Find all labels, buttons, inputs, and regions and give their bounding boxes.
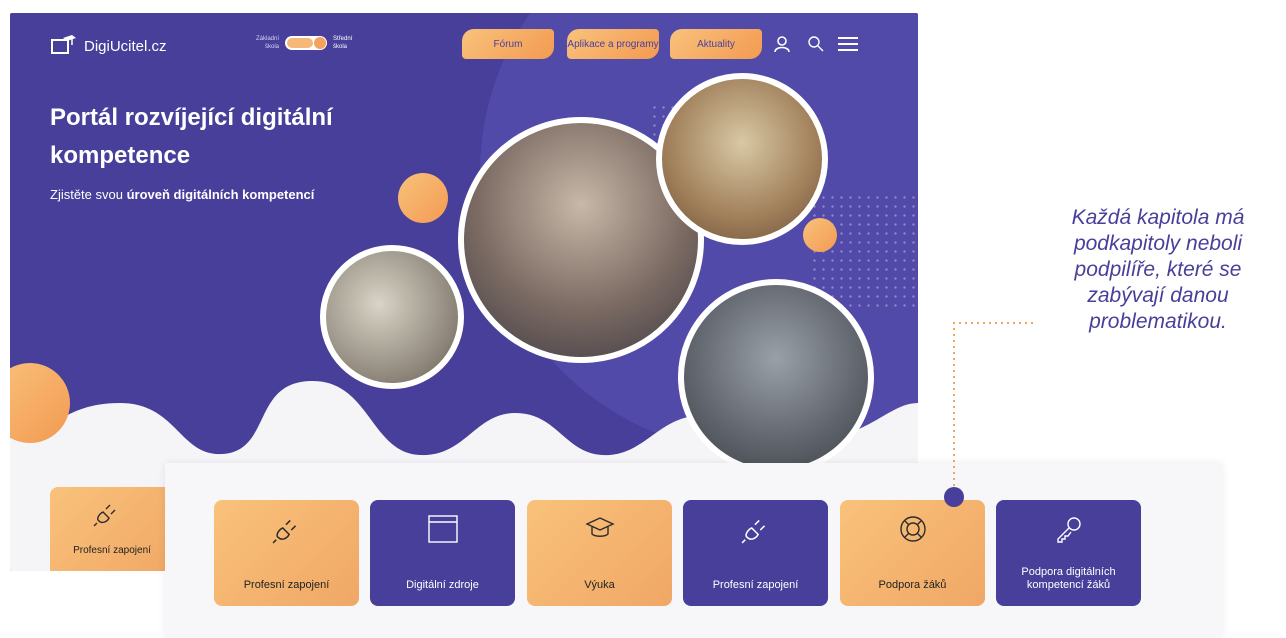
callout-connector <box>944 322 1033 507</box>
card-label: Profesní zapojení <box>243 579 330 591</box>
card-label: Výuka <box>584 579 615 591</box>
toggle-right-label: Střední škola <box>333 35 352 51</box>
card-profesni-zapojeni[interactable]: Profesní zapojení <box>214 500 359 606</box>
toggle-right-line2: škola <box>333 44 348 50</box>
school-toggle[interactable]: Základní škola Střední škola <box>256 35 352 51</box>
plug-icon <box>741 519 765 544</box>
card-vyuka[interactable]: Výuka <box>527 500 672 606</box>
hero-subtitle[interactable]: Zjistěte svou úroveň digitálních kompete… <box>50 185 350 204</box>
plug-icon <box>272 519 296 544</box>
menu-icon[interactable] <box>836 35 860 53</box>
card-profesni-zapojeni-2[interactable]: Profesní zapojení <box>683 500 828 606</box>
hero-subtitle-text: Zjistěte svou <box>50 187 127 202</box>
card-digitalni-zdroje[interactable]: Digitální zdroje <box>370 500 515 606</box>
toggle-switch[interactable] <box>285 36 328 50</box>
key-icon <box>1056 517 1081 543</box>
card-podpora-zaku[interactable]: Podpora žáků <box>840 500 985 606</box>
nav-forum-button[interactable]: Fórum <box>462 29 554 59</box>
hero-title: Portál rozvíjející digitální kompetence <box>50 104 333 169</box>
back-card-label: Profesní zapojení <box>73 545 151 556</box>
toggle-left-label: Základní škola <box>256 35 279 51</box>
nav-apps-button[interactable]: Aplikace a programy <box>567 29 659 59</box>
logo[interactable]: DigiUcitel.cz <box>50 35 167 57</box>
hero-subtitle-bold[interactable]: úroveň digitálních kompetencí <box>127 187 315 202</box>
toggle-left-line1: Základní <box>256 36 280 42</box>
decor-circle <box>803 218 837 252</box>
decor-circle <box>398 173 448 223</box>
photo-circle <box>656 73 828 245</box>
card-podpora-digitalnich-kompetenci[interactable]: Podpora digitálních kompetencí žáků <box>996 500 1141 606</box>
card-label: Digitální zdroje <box>406 579 479 591</box>
brand-name: DigiUcitel.cz <box>84 37 167 55</box>
toggle-knob <box>314 37 327 49</box>
window-icon <box>427 515 458 543</box>
callout-note: Každá kapitola má podkapitoly neboli pod… <box>1071 206 1245 333</box>
nav-news-button[interactable]: Aktuality <box>670 29 762 59</box>
graduation-cap-icon <box>584 517 615 537</box>
logo-icon <box>51 35 76 54</box>
card-label: Profesní zapojení <box>712 579 799 591</box>
back-card[interactable]: Profesní zapojení <box>50 487 174 571</box>
card-label: Podpora digitálních kompetencí žáků <box>1021 566 1116 591</box>
plug-icon <box>93 504 116 527</box>
toggle-right-line1: Střední <box>333 36 353 42</box>
lifebuoy-icon <box>899 516 926 542</box>
card-label: Podpora žáků <box>878 579 947 591</box>
photo-circle <box>320 245 464 389</box>
photo-circle <box>678 279 874 475</box>
toggle-left-line2: škola <box>265 44 280 50</box>
user-icon[interactable] <box>774 35 792 53</box>
search-icon[interactable] <box>807 35 825 53</box>
